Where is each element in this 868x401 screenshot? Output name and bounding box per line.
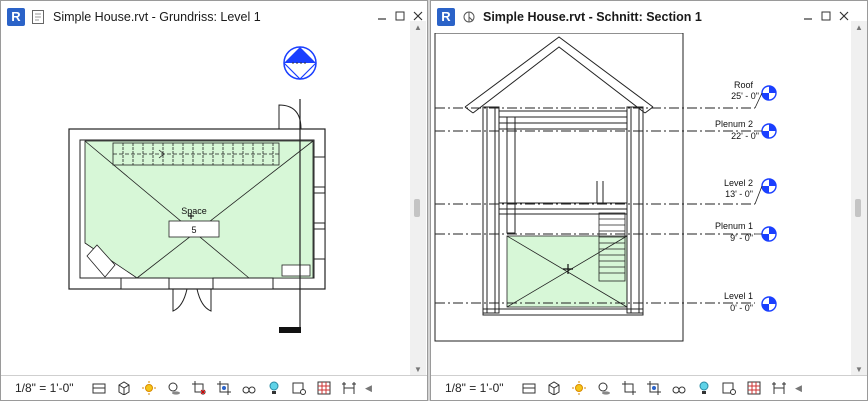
scroll-up-icon[interactable]: ▲ [410,21,426,35]
crop-view-icon[interactable] [191,380,207,396]
worksharing-display-icon[interactable] [316,380,332,396]
maximize-button[interactable] [817,7,835,25]
shadows-icon[interactable] [166,380,182,396]
right-view-control-bar: 1/8" = 1'-0" ◀ [431,375,867,400]
level-name-level1: Level 1 [724,291,753,301]
visual-style-icon[interactable] [546,380,562,396]
top-door-swing [278,104,302,130]
horizontal-scroll-left-icon[interactable]: ◀ [365,383,372,394]
level-elev-level1: 0' - 0" [730,303,753,313]
show-crop-region-icon[interactable] [216,380,232,396]
section-view-window[interactable]: R Simple House.rvt - Schnitt: Section 1 [430,0,868,401]
scroll-thumb[interactable] [414,199,420,217]
double-door [172,288,212,312]
floor-plan-view-window[interactable]: R Simple House.rvt - Grundriss: Level 1 [0,0,428,401]
temporary-properties-icon[interactable] [291,380,307,396]
temporary-hide-icon[interactable] [671,380,687,396]
crop-view-icon[interactable] [621,380,637,396]
temporary-properties-icon[interactable] [721,380,737,396]
level-elev-roof: 25' - 0" [731,91,759,101]
worksharing-display-icon[interactable] [746,380,762,396]
section-head-marker [283,46,317,80]
right-title-bar[interactable]: R Simple House.rvt - Schnitt: Section 1 [431,1,867,33]
temporary-hide-icon[interactable] [241,380,257,396]
level-name-plenum2: Plenum 2 [715,119,753,129]
detail-level-icon[interactable] [521,380,537,396]
left-vertical-scrollbar[interactable]: ▲ ▼ [410,21,426,377]
section-view-icon [461,8,477,26]
section-canvas[interactable]: Roof 25' - 0" Plenum 2 22' - 0" Level 2 … [431,33,851,378]
bottom-wall-windows [120,277,274,290]
revit-app-icon: R [7,8,25,26]
furniture-counter [281,264,311,277]
floor-plan-canvas[interactable]: Space 5 [1,33,411,379]
reveal-hidden-icon[interactable] [266,380,282,396]
right-wall-windows [313,156,326,260]
view-scale[interactable]: 1/8" = 1'-0" [15,381,87,395]
view-scale[interactable]: 1/8" = 1'-0" [445,381,517,395]
maximize-button[interactable] [391,7,409,25]
level-elev-level2: 13' - 0" [725,189,753,199]
show-crop-region-icon[interactable] [646,380,662,396]
section-tail [279,327,301,333]
level-labels: Roof 25' - 0" Plenum 2 22' - 0" Level 2 … [715,80,759,313]
analytical-model-icon[interactable] [771,380,787,396]
revit-app-icon: R [437,8,455,26]
space-number: 5 [191,225,196,235]
right-vertical-scrollbar[interactable]: ▲ ▼ [851,21,867,377]
level-heads [754,85,777,312]
level-name-roof: Roof [734,80,754,90]
analytical-model-icon[interactable] [341,380,357,396]
shadows-icon[interactable] [596,380,612,396]
left-title-bar[interactable]: R Simple House.rvt - Grundriss: Level 1 [1,1,427,33]
left-view-control-bar: 1/8" = 1'-0" ◀ [1,375,427,400]
scroll-up-icon[interactable]: ▲ [851,21,867,35]
minimize-button[interactable] [799,7,817,25]
sun-path-icon[interactable] [571,380,587,396]
minimize-button[interactable] [373,7,391,25]
detail-level-icon[interactable] [91,380,107,396]
scroll-thumb[interactable] [855,199,861,217]
left-view-title: Simple House.rvt - Grundriss: Level 1 [53,10,261,24]
level-name-level2: Level 2 [724,178,753,188]
floor-plan-icon [31,8,47,26]
reveal-hidden-icon[interactable] [696,380,712,396]
level-name-plenum1: Plenum 1 [715,221,753,231]
visual-style-icon[interactable] [116,380,132,396]
level-elev-plenum2: 22' - 0" [731,131,759,141]
level-elev-plenum1: 9' - 0" [730,233,753,243]
space-label: Space [181,206,207,216]
sun-path-icon[interactable] [141,380,157,396]
section-roof [464,36,654,114]
right-view-title: Simple House.rvt - Schnitt: Section 1 [483,10,702,24]
horizontal-scroll-left-icon[interactable]: ◀ [795,383,802,394]
